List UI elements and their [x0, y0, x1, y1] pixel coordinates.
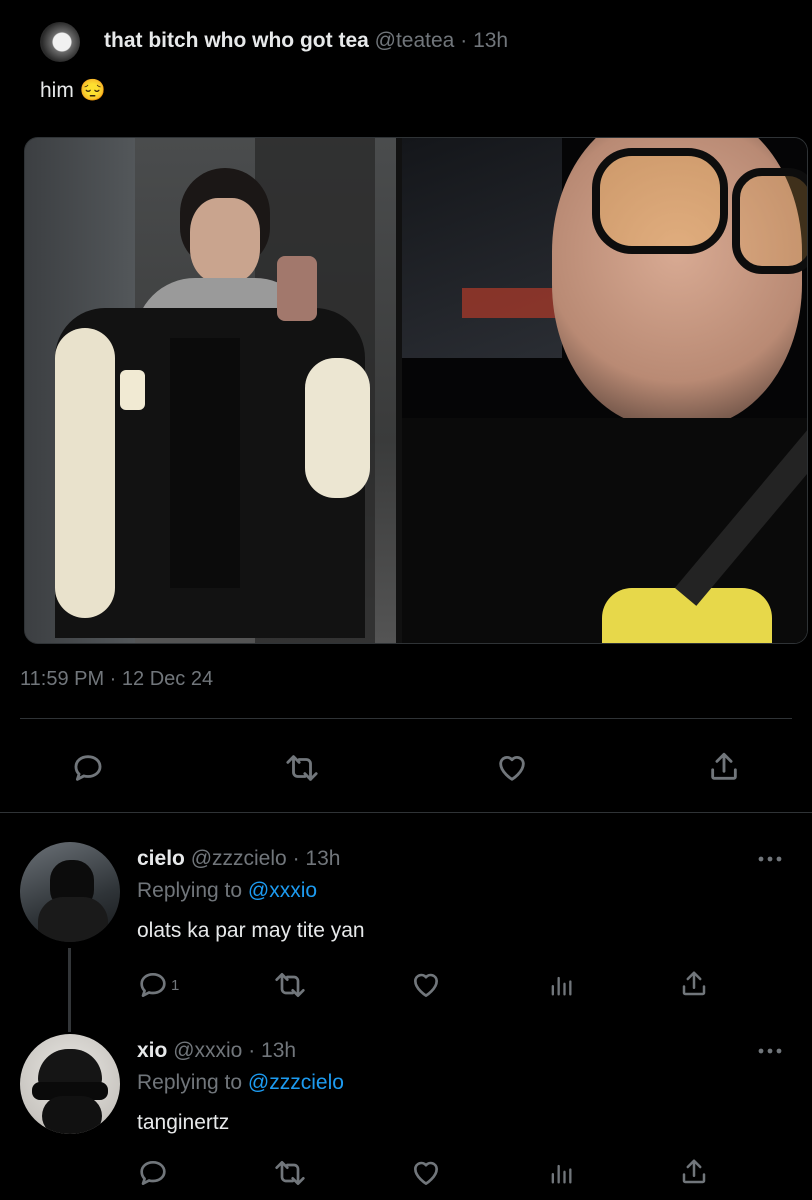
reply-icon [140, 973, 166, 997]
reply-text: olats ka par may tite yan [137, 919, 365, 942]
replying-to: Replying to @zzzcielo [137, 1071, 344, 1094]
like-icon [499, 756, 525, 781]
reply-icon [140, 1161, 166, 1185]
tweet-text: him 😔 [40, 79, 106, 103]
reply-author-handle[interactable]: @zzzcielo [191, 847, 287, 870]
more-options-button[interactable] [752, 851, 788, 867]
reply-count: 1 [171, 976, 180, 994]
author-name[interactable]: that bitch who who got tea [104, 29, 369, 52]
reply-like-button[interactable] [406, 968, 446, 1002]
more-dots-icon [758, 856, 782, 862]
media-grid [24, 137, 808, 644]
divider [0, 812, 812, 813]
reply-author-name[interactable]: cielo [137, 847, 185, 870]
reply-author-name[interactable]: xio [137, 1039, 167, 1062]
like-button[interactable] [492, 748, 532, 788]
share-icon [682, 971, 706, 996]
more-dots-icon [758, 1048, 782, 1054]
views-icon [551, 976, 572, 996]
retweet-icon [275, 973, 305, 997]
tweet-age[interactable]: 13h [473, 29, 508, 52]
retweet-button[interactable] [280, 748, 324, 788]
author-handle[interactable]: @teatea [375, 29, 455, 52]
reply-share-button[interactable] [676, 1154, 712, 1190]
tweet-text-body: him [40, 79, 74, 102]
reply-avatar[interactable] [20, 842, 120, 942]
reply-views-button[interactable] [544, 968, 578, 1002]
replying-to-handle[interactable]: @xxxio [248, 879, 317, 902]
reply-reply-button[interactable]: 1 [137, 968, 193, 1002]
divider [20, 718, 792, 719]
replying-to-handle[interactable]: @zzzcielo [248, 1071, 344, 1094]
reply-age[interactable]: 13h [305, 847, 340, 870]
more-options-button[interactable] [752, 1043, 788, 1059]
reply-retweet-button[interactable] [268, 968, 312, 1002]
share-icon [682, 1159, 706, 1184]
thread-connector [68, 948, 71, 1032]
reply-header: xio @xxxio · 13h [137, 1039, 297, 1062]
reply-header: cielo @zzzcielo · 13h [137, 847, 341, 870]
share-button[interactable] [704, 746, 744, 788]
retweet-icon [275, 1161, 305, 1185]
author-avatar[interactable] [40, 22, 80, 62]
share-icon [711, 752, 737, 780]
reply-icon [74, 755, 102, 781]
tweet-header: that bitch who who got tea @teatea · 13h [104, 29, 509, 52]
reply-retweet-button[interactable] [268, 1156, 312, 1190]
like-icon [414, 1161, 438, 1185]
replying-to: Replying to @xxxio [137, 879, 318, 902]
tweet-emoji: 😔 [79, 79, 106, 102]
reply-avatar[interactable] [20, 1034, 120, 1134]
like-icon [414, 973, 438, 997]
media-photo-2[interactable] [402, 138, 807, 643]
tweet-timestamp[interactable]: 11:59 PM · 12 Dec 24 [20, 668, 213, 691]
reply-like-button[interactable] [406, 1156, 446, 1190]
reply-text: tanginertz [137, 1111, 230, 1134]
reply-author-handle[interactable]: @xxxio [173, 1039, 242, 1062]
reply-age[interactable]: 13h [261, 1039, 296, 1062]
retweet-icon [286, 755, 318, 781]
reply-share-button[interactable] [676, 966, 712, 1002]
media-photo-1[interactable] [25, 138, 396, 643]
reply-button[interactable] [68, 748, 108, 788]
reply-views-button[interactable] [544, 1156, 578, 1190]
views-icon [551, 1164, 572, 1184]
reply-reply-button[interactable] [137, 1156, 177, 1190]
